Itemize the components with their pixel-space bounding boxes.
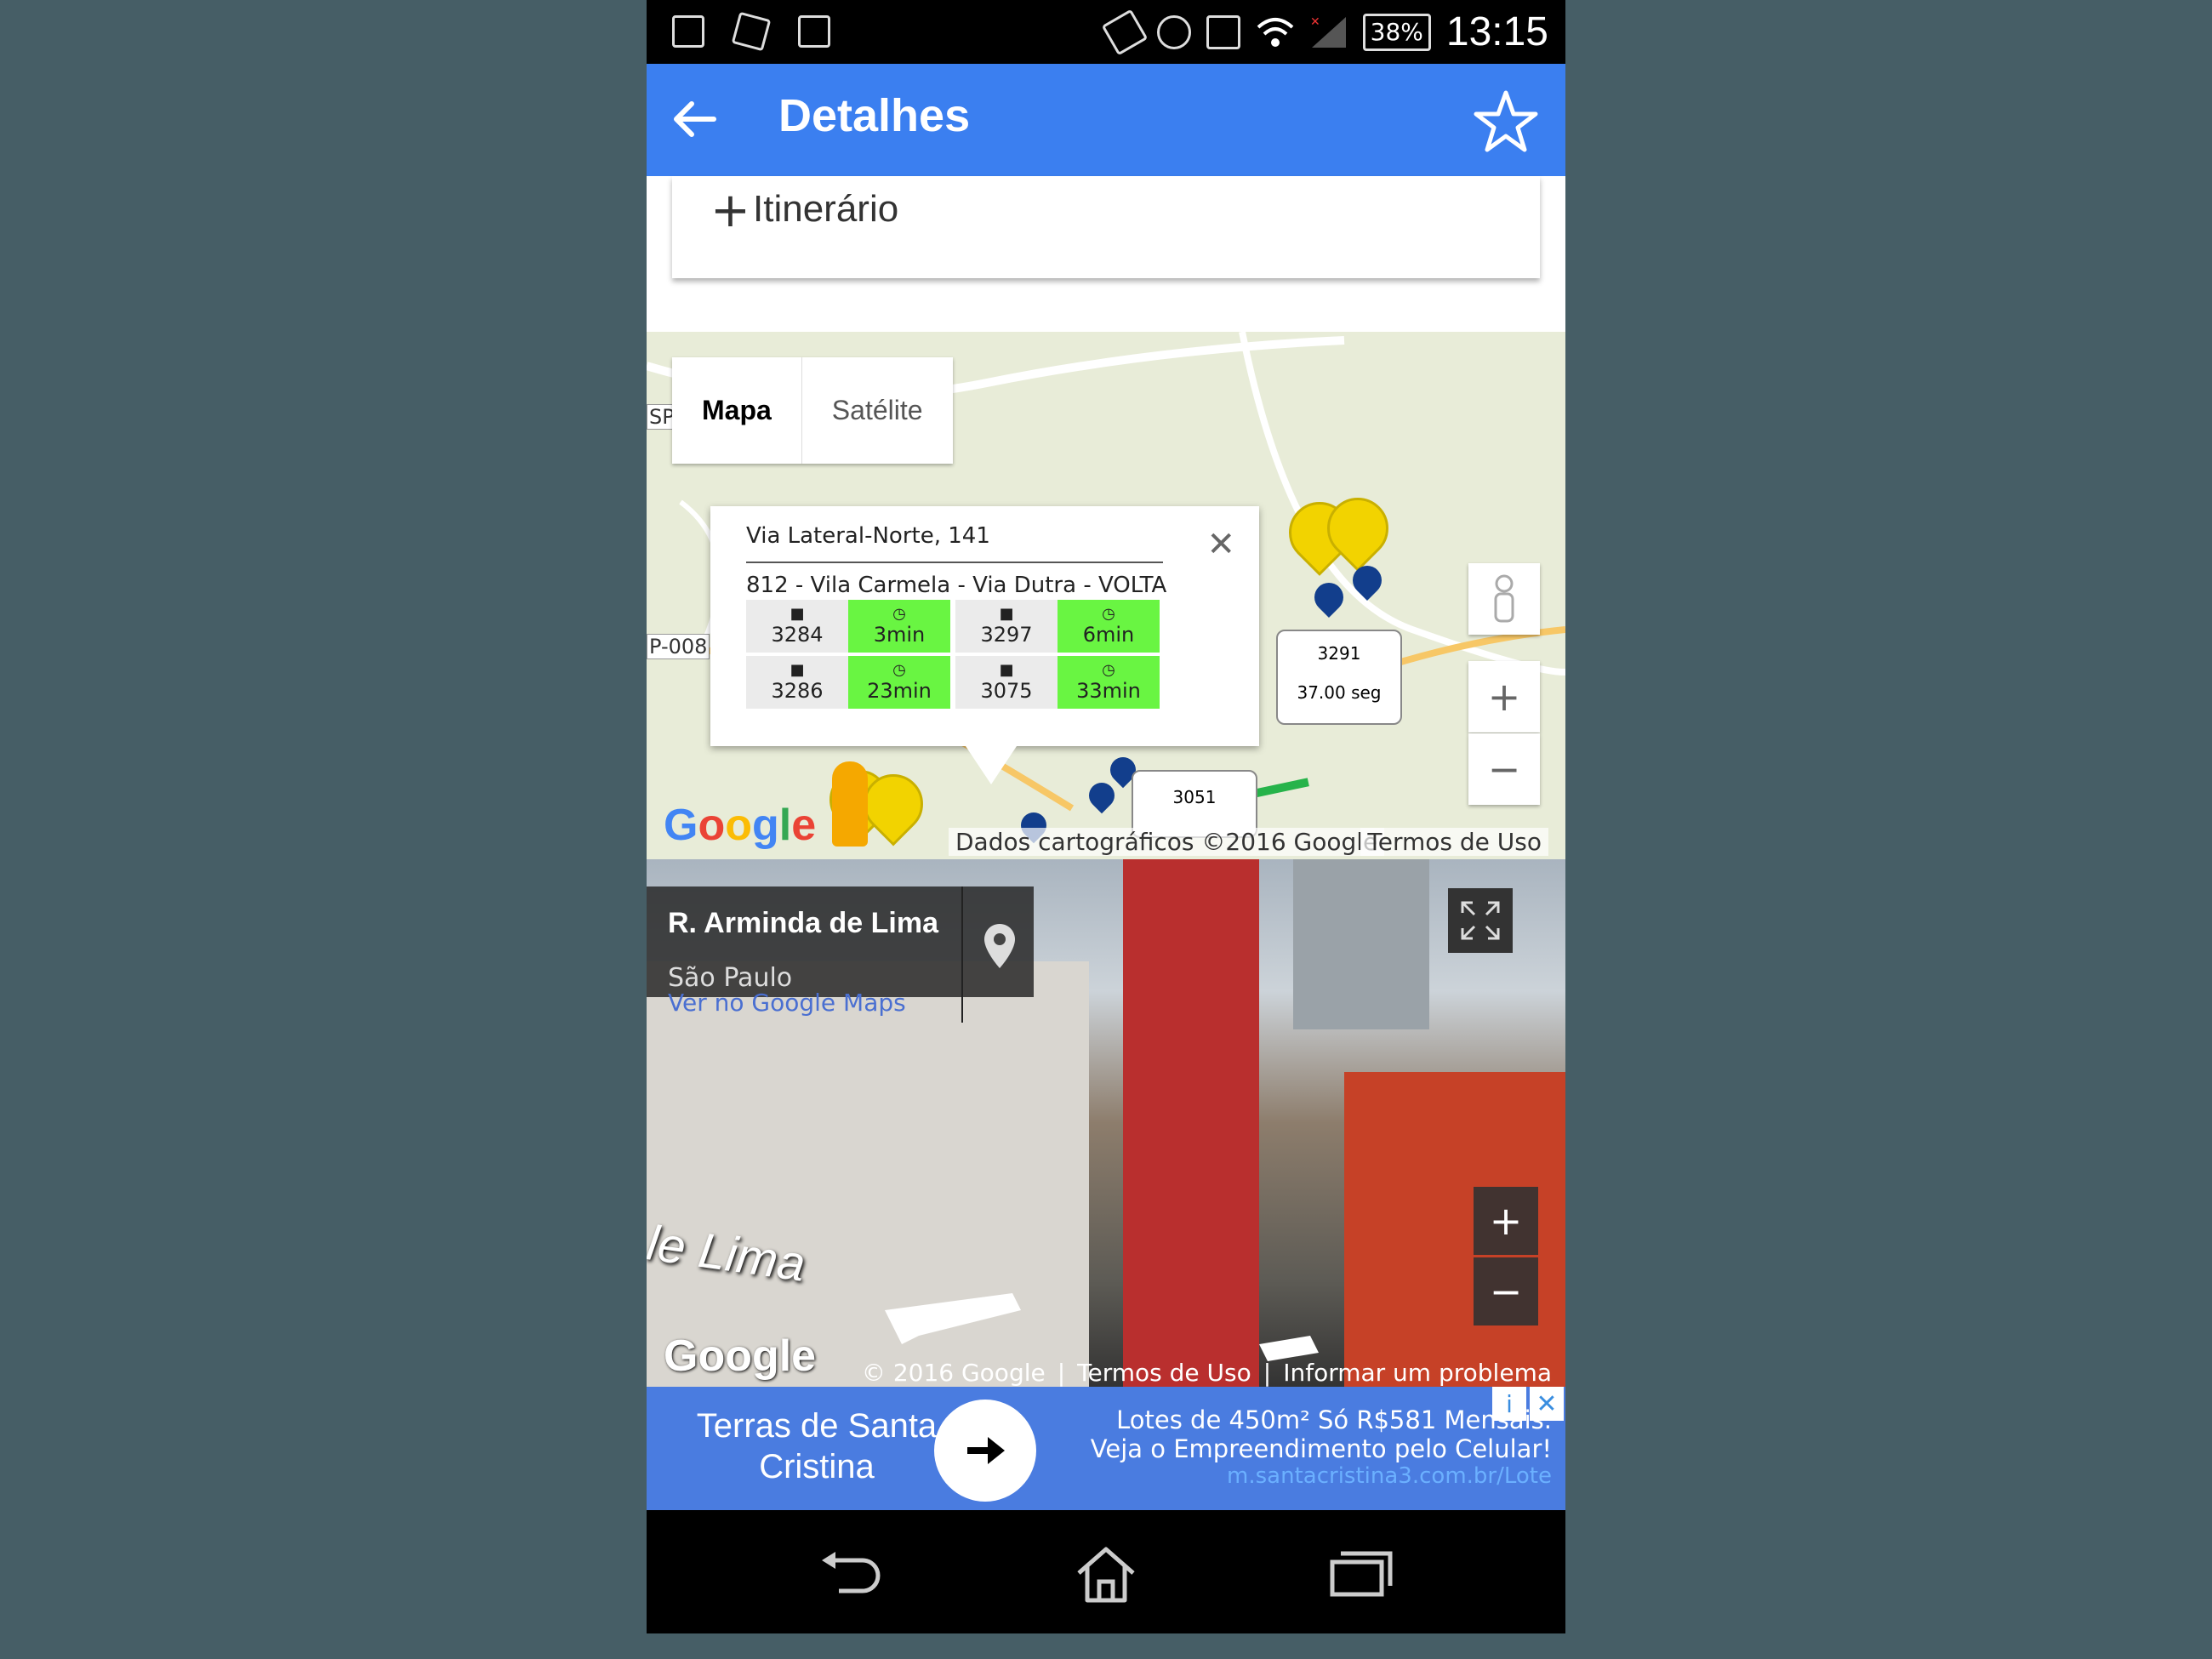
sd-card-icon [1206, 14, 1240, 49]
clock-icon: ◷ [1102, 605, 1115, 623]
divider [961, 887, 963, 1023]
back-nav-icon[interactable] [817, 1544, 885, 1604]
ad-title: Terras de Santa Cristina [696, 1407, 938, 1485]
map-view[interactable]: SP P-008 3291 37.00 seg 3051 Mapa Satéli… [647, 332, 1565, 859]
arrow-right-icon [967, 1437, 1005, 1464]
street-terms-link[interactable]: Termos de Uso [1077, 1359, 1251, 1387]
map-data-credit: Dados cartográficos ©2016 Google [949, 828, 1385, 856]
ad-close-icon[interactable]: ✕ [1530, 1387, 1564, 1421]
bus-icon: ■ [790, 661, 805, 679]
image-icon [672, 15, 704, 48]
popup-pointer [966, 746, 1017, 784]
location-pin-icon[interactable] [974, 921, 1025, 972]
zoom-in-button[interactable]: + [1468, 661, 1540, 733]
map-icon [731, 11, 772, 52]
satellite-type-button[interactable]: Satélite [802, 357, 953, 464]
eta-time: 3min [873, 623, 926, 647]
eta-cell: ◷ 6min [1058, 600, 1160, 653]
bus-label-time: 37.00 seg [1297, 682, 1382, 703]
eta-cell: ◷ 33min [1058, 656, 1160, 709]
separator: | [1057, 1359, 1066, 1387]
open-in-maps-link[interactable]: Ver no Google Maps [668, 989, 906, 1017]
clock: 13:15 [1445, 9, 1548, 54]
itinerary-label: Itinerário [753, 188, 899, 230]
bus-icon: ■ [999, 661, 1014, 679]
phone-screen: ✕ 38% 13:15 Detalhes + Itinerário SP P-0… [647, 0, 1565, 1633]
bus-label-number: 3291 [1317, 643, 1361, 664]
route-name: 812 - Vila Carmela - Via Dutra - VOLTA [746, 573, 1167, 598]
bus-number: 3284 [771, 623, 824, 647]
ad-text: Lotes de 450m² Só R$581 Mensais. Veja o … [1058, 1405, 1552, 1463]
eta-time: 23min [867, 679, 932, 703]
arrow-left-icon[interactable] [664, 89, 723, 149]
ad-banner[interactable]: Terras de Santa Cristina Lotes de 450m² … [647, 1387, 1565, 1510]
street-view-footer: © 2016 Google | Termos de Uso | Informar… [862, 1359, 1552, 1387]
map-type-toggle: Mapa Satélite [672, 357, 953, 464]
recents-icon[interactable] [1327, 1544, 1395, 1604]
bus-cell: ■ 3286 [746, 656, 848, 709]
divider [746, 562, 1163, 563]
bus-cell: ■ 3284 [746, 600, 848, 653]
app-bar: Detalhes [647, 64, 1565, 176]
road-label-p008: P-008 [647, 634, 710, 659]
eta-time: 33min [1076, 679, 1141, 703]
eta-cell: ◷ 23min [848, 656, 950, 709]
home-icon[interactable] [1072, 1544, 1140, 1604]
zoom-out-button[interactable]: − [1468, 733, 1540, 805]
star-outline-icon[interactable] [1472, 88, 1540, 156]
bus-label-3291[interactable]: 3291 37.00 seg [1276, 630, 1402, 725]
itinerary-card[interactable]: + Itinerário [672, 176, 1540, 278]
bus-cell: ■ 3297 [955, 600, 1058, 653]
street-title: R. Arminda de Lima [668, 907, 939, 939]
bus-icon: ■ [999, 605, 1014, 623]
alarm-icon [1156, 14, 1191, 49]
street-view[interactable]: le Lima R. Arminda de Lima São Paulo Ver… [647, 859, 1565, 1387]
google-logo: Google [664, 1331, 817, 1381]
navigation-bar [647, 1510, 1565, 1633]
bus-label-number: 3051 [1172, 787, 1217, 807]
clock-icon: ◷ [892, 661, 906, 679]
bus-number: 3286 [771, 679, 824, 703]
ad-text-content: Lotes de 450m² Só R$581 Mensais. Veja o … [1090, 1405, 1552, 1463]
street-zoom-in-button[interactable]: + [1474, 1187, 1538, 1255]
street-view-info-panel: R. Arminda de Lima São Paulo Ver no Goog… [647, 887, 1034, 1023]
svg-text:✕: ✕ [1310, 15, 1320, 29]
fullscreen-icon[interactable] [1448, 888, 1513, 953]
wifi-icon [1257, 17, 1293, 47]
clock-icon: ◷ [1102, 661, 1115, 679]
signal-icon: ✕ [1310, 15, 1346, 48]
ad-url: m.santacristina3.com.br/Lote [1227, 1463, 1552, 1489]
street-zoom-out-button[interactable]: − [1474, 1257, 1538, 1325]
report-problem-link[interactable]: Informar um problema [1283, 1359, 1552, 1387]
system-icons: ✕ 38% 13:15 [1101, 9, 1548, 55]
clock-icon: ◷ [892, 605, 906, 623]
bus-number: 3075 [980, 679, 1033, 703]
ad-go-button[interactable] [934, 1400, 1036, 1502]
battery-icon: 38% [1362, 13, 1431, 51]
checkbox-icon [798, 15, 830, 48]
ad-info-icon[interactable]: i [1492, 1387, 1526, 1421]
separator: | [1263, 1359, 1272, 1387]
bus-icon: ■ [790, 605, 805, 623]
vibrate-icon [1101, 9, 1148, 55]
google-logo: Google [664, 801, 817, 850]
bus-cell: ■ 3075 [955, 656, 1058, 709]
pegman-marker[interactable] [832, 761, 868, 847]
copyright-text: © 2016 Google [861, 1359, 1046, 1387]
expand-plus-icon: + [710, 183, 750, 238]
map-type-button[interactable]: Mapa [672, 357, 802, 464]
close-icon[interactable]: ✕ [1206, 525, 1235, 564]
map-terms-link[interactable]: Termos de Uso [1360, 828, 1548, 856]
eta-time: 6min [1082, 623, 1135, 647]
eta-cell: ◷ 3min [848, 600, 950, 653]
bus-stop-popup: Via Lateral-Norte, 141 ✕ 812 - Vila Carm… [710, 506, 1259, 746]
status-bar: ✕ 38% 13:15 [647, 0, 1565, 64]
bus-number: 3297 [980, 623, 1033, 647]
pegman-icon[interactable] [1468, 563, 1540, 635]
arrivals-grid: ■ 3284 ◷ 3min ■ 3297 ◷ 6min ■ 3286 ◷ 23min ■ 30… [746, 600, 1160, 709]
stop-address: Via Lateral-Norte, 141 [746, 523, 990, 549]
page-title: Detalhes [778, 90, 971, 141]
notification-icons [672, 11, 830, 52]
